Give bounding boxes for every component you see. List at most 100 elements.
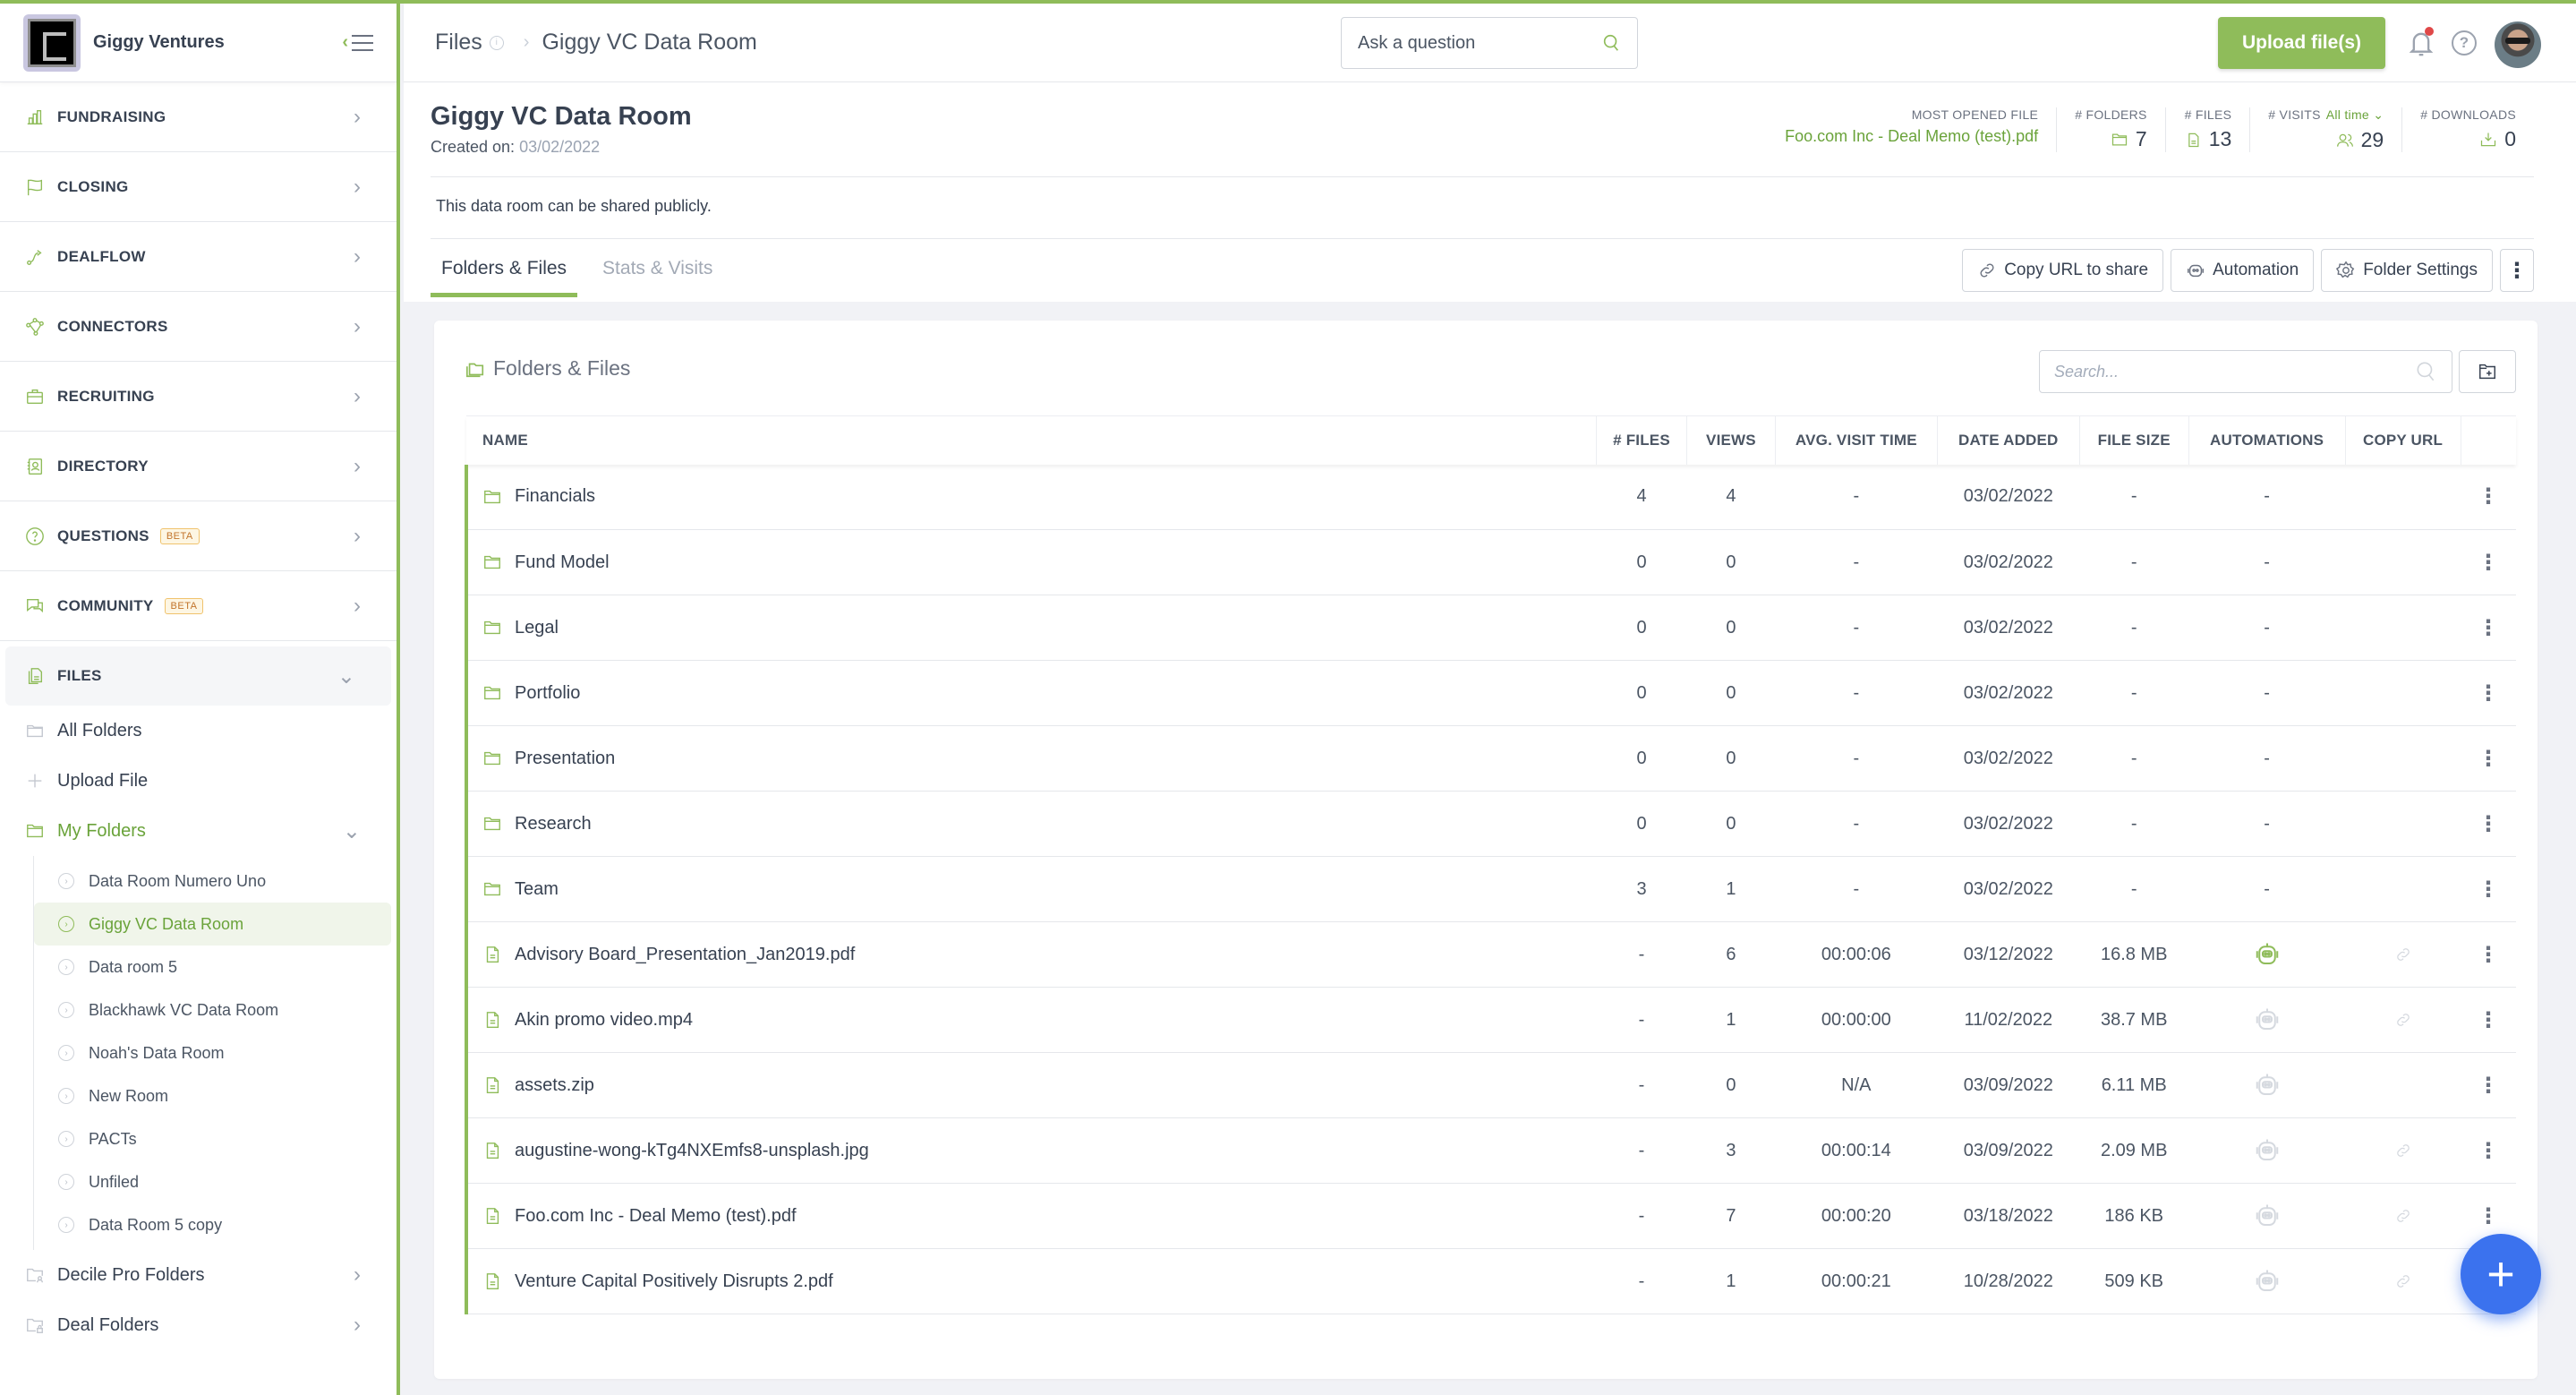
robot-icon[interactable] bbox=[2254, 1137, 2281, 1164]
name-cell[interactable]: augustine-wong-kTg4NXEmfs8-unsplash.jpg bbox=[465, 1117, 1597, 1184]
card-search-input[interactable] bbox=[2054, 362, 2414, 381]
kebab-icon[interactable]: ⋮ bbox=[2478, 616, 2499, 640]
robot-icon[interactable] bbox=[2254, 1006, 2281, 1033]
sidebar-item-fundraising[interactable]: FUNDRAISING › bbox=[0, 82, 397, 152]
sidebar-item-files[interactable]: FILES ⌄ bbox=[5, 646, 391, 706]
file-row[interactable]: augustine-wong-kTg4NXEmfs8-unsplash.jpg -… bbox=[465, 1117, 2516, 1184]
column-header[interactable]: AUTOMATIONS bbox=[2188, 415, 2346, 465]
column-header[interactable]: FILE SIZE bbox=[2078, 415, 2189, 465]
file-row[interactable]: Venture Capital Positively Disrupts 2.pd… bbox=[465, 1248, 2516, 1314]
name-cell[interactable]: assets.zip bbox=[465, 1052, 1597, 1118]
kebab-icon[interactable]: ⋮ bbox=[2478, 747, 2499, 771]
robot-icon[interactable] bbox=[2254, 1268, 2281, 1295]
file-row[interactable]: assets.zip -0 N/A 03/09/2022 6.11 MB ⋮ bbox=[465, 1052, 2516, 1118]
sidebar-item-recruiting[interactable]: RECRUITING › bbox=[0, 362, 397, 432]
link-icon[interactable] bbox=[2394, 946, 2412, 963]
item-name[interactable]: Fund Model bbox=[515, 552, 610, 573]
sidebar-item-upload-file[interactable]: Upload File bbox=[0, 756, 397, 806]
new-folder-button[interactable] bbox=[2459, 350, 2516, 393]
data-room-item[interactable]: › Blackhawk VC Data Room bbox=[34, 988, 391, 1031]
folder-settings-button[interactable]: Folder Settings bbox=[2321, 249, 2493, 292]
kebab-icon[interactable]: ⋮ bbox=[2478, 1204, 2499, 1228]
sidebar-item-all-folders[interactable]: All Folders bbox=[0, 706, 397, 756]
most-opened-file-link[interactable]: Foo.com Inc - Deal Memo (test).pdf bbox=[1785, 127, 2038, 146]
name-cell[interactable]: Fund Model bbox=[465, 529, 1597, 595]
item-name[interactable]: Research bbox=[515, 814, 592, 834]
automation-button[interactable]: Automation bbox=[2171, 249, 2315, 292]
file-row[interactable]: Foo.com Inc - Deal Memo (test).pdf -7 00:0… bbox=[465, 1183, 2516, 1249]
item-name[interactable]: Venture Capital Positively Disrupts 2.pd… bbox=[515, 1271, 833, 1292]
folder-row[interactable]: Portfolio 0 0-03/02/2022- - ⋮ bbox=[465, 660, 2516, 726]
notifications-button[interactable] bbox=[2409, 27, 2434, 57]
sidebar-item-dealflow[interactable]: DEALFLOW › bbox=[0, 222, 397, 292]
sidebar-item-closing[interactable]: CLOSING › bbox=[0, 152, 397, 222]
file-row[interactable]: Akin promo video.mp4 -1 00:00:00 11/02/2022… bbox=[465, 987, 2516, 1053]
kebab-icon[interactable]: ⋮ bbox=[2478, 943, 2499, 967]
data-room-item[interactable]: › New Room bbox=[34, 1074, 391, 1117]
item-name[interactable]: augustine-wong-kTg4NXEmfs8-unsplash.jpg bbox=[515, 1141, 869, 1161]
link-icon[interactable] bbox=[2394, 1142, 2412, 1160]
column-header[interactable]: # FILES bbox=[1596, 415, 1687, 465]
collapse-sidebar-button[interactable]: ‹ bbox=[342, 32, 373, 53]
help-icon[interactable]: ? bbox=[2452, 30, 2477, 56]
ask-question-input[interactable] bbox=[1358, 32, 1601, 54]
sidebar-item-my-folders[interactable]: My Folders ⌄ bbox=[0, 806, 397, 856]
data-room-item[interactable]: › Data Room Numero Uno bbox=[34, 860, 391, 903]
name-cell[interactable]: Foo.com Inc - Deal Memo (test).pdf bbox=[465, 1183, 1597, 1249]
name-cell[interactable]: Akin promo video.mp4 bbox=[465, 987, 1597, 1053]
tab-stats-visits[interactable]: Stats & Visits bbox=[592, 258, 723, 297]
copy-url-button[interactable]: Copy URL to share bbox=[1962, 249, 2164, 292]
folder-row[interactable]: Fund Model 0 0-03/02/2022- - ⋮ bbox=[465, 529, 2516, 595]
sidebar-item-connectors[interactable]: CONNECTORS › bbox=[0, 292, 397, 362]
kebab-icon[interactable]: ⋮ bbox=[2478, 812, 2499, 836]
data-room-item[interactable]: › Giggy VC Data Room bbox=[34, 903, 391, 946]
column-header[interactable]: NAME bbox=[466, 415, 1597, 465]
tab-folders-files[interactable]: Folders & Files bbox=[431, 258, 578, 297]
name-cell[interactable]: Financials bbox=[465, 464, 1597, 530]
link-icon[interactable] bbox=[2394, 1011, 2412, 1029]
kebab-icon[interactable]: ⋮ bbox=[2478, 1139, 2499, 1163]
sidebar-item-community[interactable]: COMMUNITY BETA › bbox=[0, 571, 397, 641]
search-icon[interactable] bbox=[1601, 33, 1621, 53]
robot-icon[interactable] bbox=[2254, 941, 2281, 968]
folder-row[interactable]: Research 0 0-03/02/2022- - ⋮ bbox=[465, 791, 2516, 857]
data-room-item[interactable]: › Data room 5 bbox=[34, 946, 391, 988]
search-icon[interactable] bbox=[2414, 360, 2437, 383]
folder-row[interactable]: Financials 4 4-03/02/2022- - ⋮ bbox=[465, 464, 2516, 530]
item-name[interactable]: Legal bbox=[515, 618, 559, 638]
item-name[interactable]: assets.zip bbox=[515, 1075, 594, 1096]
upload-files-button[interactable]: Upload file(s) bbox=[2218, 17, 2385, 69]
name-cell[interactable]: Advisory Board_Presentation_Jan2019.pdf bbox=[465, 921, 1597, 988]
item-name[interactable]: Advisory Board_Presentation_Jan2019.pdf bbox=[515, 945, 855, 965]
data-room-item[interactable]: › PACTs bbox=[34, 1117, 391, 1160]
kebab-icon[interactable]: ⋮ bbox=[2478, 551, 2499, 575]
item-name[interactable]: Presentation bbox=[515, 749, 615, 769]
name-cell[interactable]: Venture Capital Positively Disrupts 2.pd… bbox=[465, 1248, 1597, 1314]
item-name[interactable]: Foo.com Inc - Deal Memo (test).pdf bbox=[515, 1206, 797, 1227]
name-cell[interactable]: Legal bbox=[465, 595, 1597, 661]
kebab-icon[interactable]: ⋮ bbox=[2478, 1008, 2499, 1032]
visits-period-dropdown[interactable]: All time ⌄ bbox=[2326, 107, 2384, 122]
brand-logo[interactable] bbox=[23, 13, 81, 72]
name-cell[interactable]: Team bbox=[465, 856, 1597, 922]
data-room-item[interactable]: › Noah's Data Room bbox=[34, 1031, 391, 1074]
item-name[interactable]: Portfolio bbox=[515, 683, 580, 704]
data-room-item[interactable]: › Data Room 5 copy bbox=[34, 1203, 391, 1246]
file-row[interactable]: Advisory Board_Presentation_Jan2019.pdf -… bbox=[465, 921, 2516, 988]
kebab-icon[interactable]: ⋮ bbox=[2478, 484, 2499, 509]
column-header[interactable]: COPY URL bbox=[2344, 415, 2461, 465]
sidebar-item-questions[interactable]: QUESTIONS BETA › bbox=[0, 501, 397, 571]
kebab-icon[interactable]: ⋮ bbox=[2478, 681, 2499, 706]
link-icon[interactable] bbox=[2394, 1272, 2412, 1290]
breadcrumb-files[interactable]: Files bbox=[435, 30, 482, 56]
robot-icon[interactable] bbox=[2254, 1202, 2281, 1229]
name-cell[interactable]: Presentation bbox=[465, 725, 1597, 792]
folder-row[interactable]: Legal 0 0-03/02/2022- - ⋮ bbox=[465, 595, 2516, 661]
info-icon[interactable]: i bbox=[489, 35, 504, 50]
sidebar-item-directory[interactable]: DIRECTORY › bbox=[0, 432, 397, 501]
robot-icon[interactable] bbox=[2254, 1072, 2281, 1099]
sidebar-item-decile-pro-folders[interactable]: Decile Pro Folders › bbox=[0, 1250, 397, 1300]
folder-row[interactable]: Team 3 1-03/02/2022- - ⋮ bbox=[465, 856, 2516, 922]
item-name[interactable]: Akin promo video.mp4 bbox=[515, 1010, 693, 1031]
column-header[interactable]: DATE ADDED bbox=[1936, 415, 2080, 465]
